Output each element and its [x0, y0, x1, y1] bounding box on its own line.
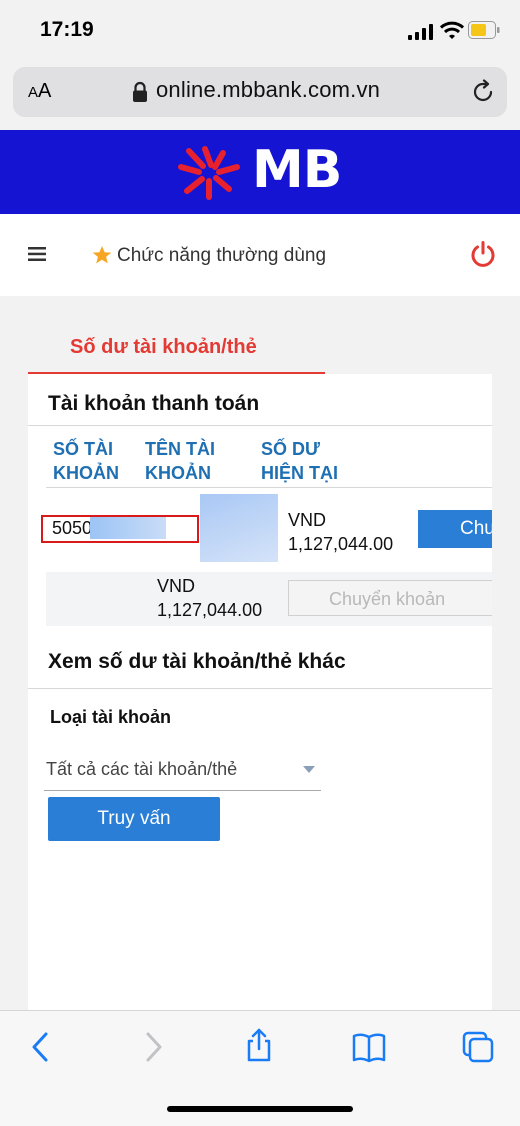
reload-icon[interactable]: [470, 79, 496, 105]
star-icon: [92, 246, 112, 264]
battery-icon: [468, 21, 500, 39]
redacted-account-name: [200, 494, 278, 562]
home-indicator: [167, 1106, 353, 1112]
query-button[interactable]: Truy vấn: [48, 797, 220, 841]
divider: [46, 487, 492, 488]
account-type-label: Loại tài khoản: [50, 707, 172, 727]
select-underline: [44, 790, 321, 791]
wifi-icon: [440, 21, 464, 39]
header-current-balance: SỐ DƯ HIỆN TẠI: [261, 439, 339, 483]
share-icon[interactable]: [242, 1028, 276, 1062]
tabs-icon[interactable]: [461, 1030, 495, 1064]
chevron-down-icon[interactable]: [303, 766, 315, 774]
payment-accounts-title: Tài khoản thanh toán: [48, 392, 260, 415]
header-account-number: SỐ TÀI KHOẢN: [53, 439, 119, 483]
back-icon[interactable]: [24, 1030, 58, 1064]
lock-icon: [133, 81, 147, 102]
mb-logo-text: MB: [252, 140, 342, 200]
mb-star-logo-icon: [178, 146, 240, 200]
transfer-button[interactable]: Chuyển khoản: [418, 510, 492, 548]
url-text[interactable]: online.mbbank.com.vn: [156, 77, 380, 103]
reader-settings-button[interactable]: AA: [28, 80, 51, 103]
status-time: 17:19: [40, 18, 94, 41]
balance-row-1: VND 1,127,044.00: [288, 510, 394, 554]
hamburger-menu-icon[interactable]: [28, 247, 46, 261]
header-account-name: TÊN TÀI KHOẢN: [145, 439, 215, 483]
divider: [28, 425, 492, 426]
divider: [28, 688, 492, 689]
transfer-button-disabled[interactable]: Chuyển khoản: [288, 580, 492, 618]
forward-icon[interactable]: [136, 1030, 170, 1064]
balance-row-2: VND 1,127,044.00: [157, 576, 263, 620]
highlight-box: [41, 515, 199, 543]
tab-account-balance[interactable]: Số dư tài khoản/thẻ: [70, 336, 257, 359]
other-balances-title: Xem số dư tài khoản/thẻ khác: [48, 650, 346, 673]
favorites-menu[interactable]: Chức năng thường dùng: [117, 245, 326, 267]
account-type-select[interactable]: Tất cả các tài khoản/thẻ: [46, 759, 237, 780]
cellular-signal-icon: [408, 24, 433, 40]
power-logout-icon[interactable]: [469, 240, 497, 268]
bookmarks-icon[interactable]: [352, 1030, 386, 1064]
